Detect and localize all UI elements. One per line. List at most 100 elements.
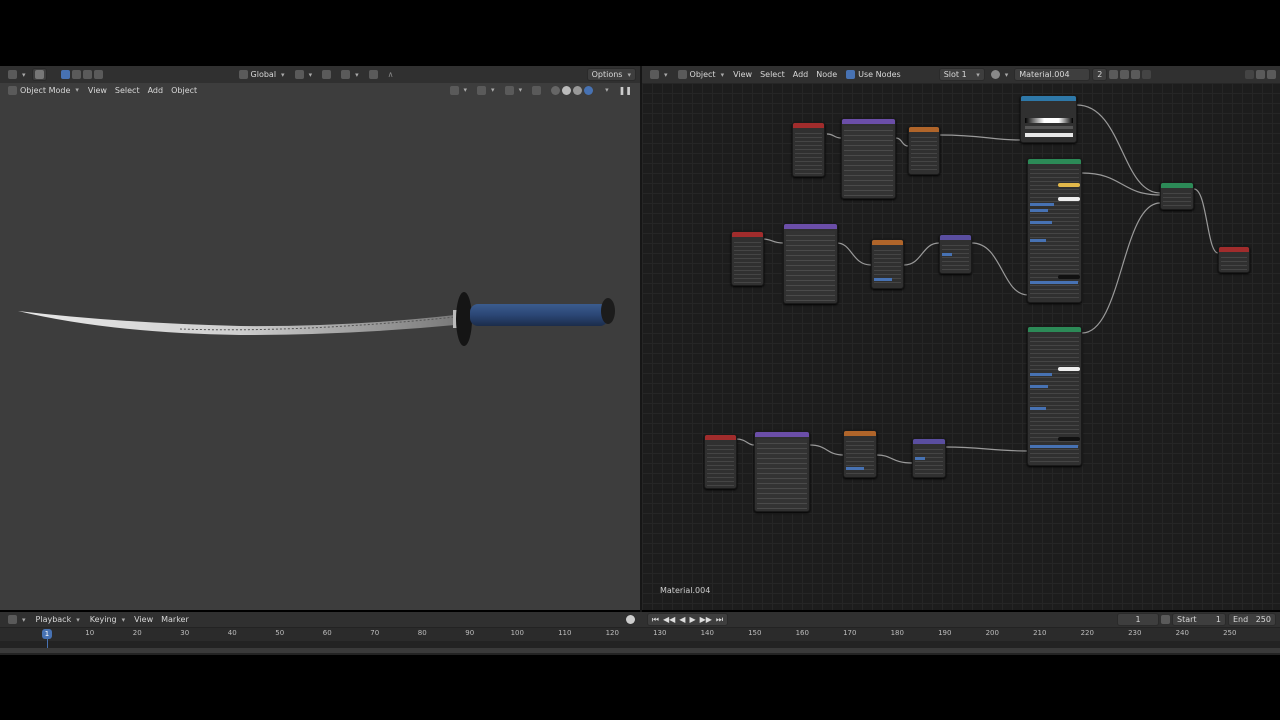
- node-mapping-1[interactable]: [841, 118, 896, 199]
- gizmo-dropdown[interactable]: [473, 84, 499, 97]
- pause-render-button[interactable]: ❚❚: [615, 84, 636, 97]
- node-menu-node[interactable]: Node: [813, 70, 840, 79]
- rendered-shading-icon[interactable]: [584, 85, 594, 95]
- pivot-dropdown[interactable]: [291, 68, 317, 81]
- jump-start-icon[interactable]: ⏮: [652, 615, 659, 625]
- node-mapping-2[interactable]: [783, 223, 838, 304]
- overlay-dropdown[interactable]: [501, 84, 527, 97]
- node-bump-1[interactable]: [939, 234, 972, 274]
- clock-preview-icon[interactable]: [1161, 615, 1170, 624]
- playhead[interactable]: 1: [42, 629, 52, 639]
- shading-options-dropdown[interactable]: [599, 84, 613, 97]
- current-frame-field[interactable]: 1: [1117, 613, 1159, 626]
- frame-ruler[interactable]: 1102030405060708090100110120130140150160…: [0, 628, 1280, 641]
- snap-node-icon[interactable]: [1256, 70, 1265, 79]
- timeline-editor-type[interactable]: [4, 613, 30, 626]
- node-principled-bsdf-2[interactable]: [1027, 326, 1082, 466]
- select-subtract-icon[interactable]: [82, 70, 92, 79]
- node-texture-coordinate-1[interactable]: [792, 122, 825, 177]
- timeline-menu-marker[interactable]: Marker: [158, 615, 192, 624]
- select-tool-button[interactable]: [31, 68, 47, 81]
- node-mapping-3[interactable]: [754, 431, 810, 512]
- subsurface-color-swatch[interactable]: [1058, 367, 1080, 371]
- specular-slider[interactable]: [1030, 209, 1048, 212]
- node-menu-add[interactable]: Add: [790, 70, 812, 79]
- falloff-dropdown[interactable]: ∧: [384, 68, 398, 81]
- fake-user-icon[interactable]: [1109, 70, 1119, 79]
- node-noise-texture-1[interactable]: [908, 126, 940, 175]
- ramp-color-swatch[interactable]: [1025, 133, 1073, 137]
- use-nodes-checkbox[interactable]: Use Nodes: [842, 68, 905, 81]
- editor-type-button[interactable]: [4, 68, 30, 81]
- menu-select[interactable]: Select: [112, 86, 143, 95]
- shader-node-editor[interactable]: Material.004: [642, 83, 1280, 610]
- node-texture-coordinate-2[interactable]: [731, 231, 764, 286]
- strength-slider[interactable]: [942, 253, 952, 256]
- material-users-count[interactable]: 2: [1092, 68, 1108, 81]
- shading-group[interactable]: [547, 84, 597, 97]
- strength-slider[interactable]: [915, 457, 925, 460]
- snap-toggle[interactable]: [318, 68, 335, 81]
- wireframe-shading-icon[interactable]: [551, 85, 561, 95]
- backdrop-icon[interactable]: [1267, 70, 1276, 79]
- xray-toggle[interactable]: [528, 84, 545, 97]
- mode-dropdown[interactable]: Object Mode: [4, 84, 83, 97]
- node-editor-type-button[interactable]: [646, 68, 672, 81]
- sheen-slider[interactable]: [1030, 239, 1046, 242]
- timeline[interactable]: Playback Keying View Marker ⏮ ◀◀ ◀ ▶ ▶▶ …: [0, 612, 1280, 655]
- select-invert-icon[interactable]: [93, 70, 103, 79]
- select-new-icon[interactable]: [60, 70, 70, 79]
- play-icon[interactable]: ▶: [689, 615, 695, 624]
- base-color-swatch[interactable]: [1058, 183, 1080, 187]
- node-mix-shader[interactable]: [1160, 182, 1194, 210]
- material-name-field[interactable]: Material.004: [1014, 68, 1091, 81]
- node-principled-bsdf-1[interactable]: [1027, 158, 1082, 303]
- proportional-toggle[interactable]: [365, 68, 382, 81]
- slot-dropdown[interactable]: Slot 1: [938, 68, 985, 81]
- new-material-icon[interactable]: [1120, 70, 1130, 79]
- solid-shading-icon[interactable]: [562, 85, 572, 95]
- end-frame-field[interactable]: End 250: [1228, 613, 1276, 626]
- record-icon[interactable]: [625, 615, 635, 624]
- jump-keyframe-forward-icon[interactable]: ▶▶: [700, 615, 712, 624]
- node-bump-2[interactable]: [912, 438, 946, 478]
- menu-view[interactable]: View: [85, 86, 110, 95]
- menu-object[interactable]: Object: [168, 86, 200, 95]
- subsurface-color-swatch[interactable]: [1058, 197, 1080, 201]
- alpha-slider[interactable]: [1030, 445, 1078, 448]
- playback-menu[interactable]: Playback: [32, 613, 84, 626]
- jump-keyframe-back-icon[interactable]: ◀◀: [663, 615, 675, 624]
- unlink-icon[interactable]: [1131, 70, 1141, 79]
- parent-node-tree-icon[interactable]: [1245, 70, 1254, 79]
- menu-add[interactable]: Add: [145, 86, 167, 95]
- 3d-viewport[interactable]: [0, 97, 640, 610]
- timeline-menu-view[interactable]: View: [131, 615, 156, 624]
- select-extend-icon[interactable]: [71, 70, 81, 79]
- node-texture-coordinate-3[interactable]: [704, 434, 737, 489]
- emission-swatch[interactable]: [1058, 437, 1080, 441]
- start-frame-field[interactable]: Start 1: [1172, 613, 1226, 626]
- material-browse-button[interactable]: [987, 68, 1013, 81]
- play-reverse-icon[interactable]: ◀: [679, 615, 685, 624]
- select-mode-group[interactable]: [57, 68, 107, 81]
- distortion-slider[interactable]: [874, 278, 892, 281]
- metallic-slider[interactable]: [1030, 373, 1052, 376]
- sheen-slider[interactable]: [1030, 407, 1046, 410]
- options-dropdown[interactable]: Options: [586, 68, 636, 81]
- emission-swatch[interactable]: [1058, 275, 1080, 279]
- metallic-slider[interactable]: [1030, 203, 1054, 206]
- playback-controls[interactable]: ⏮ ◀◀ ◀ ▶ ▶▶ ⏭: [646, 613, 729, 626]
- material-shading-icon[interactable]: [573, 85, 583, 95]
- jump-end-icon[interactable]: ⏭: [716, 615, 723, 625]
- pin-icon[interactable]: [1142, 70, 1152, 79]
- color-ramp-gradient[interactable]: [1025, 118, 1073, 123]
- node-menu-view[interactable]: View: [730, 70, 755, 79]
- timeline-scrollbar[interactable]: [0, 648, 1280, 653]
- visibility-dropdown[interactable]: [446, 84, 472, 97]
- node-material-output[interactable]: [1218, 246, 1250, 273]
- node-color-ramp[interactable]: [1020, 95, 1077, 143]
- alpha-slider[interactable]: [1030, 281, 1078, 284]
- orientation-dropdown[interactable]: Global: [235, 68, 289, 81]
- node-noise-texture-3[interactable]: [843, 430, 877, 478]
- roughness-slider[interactable]: [1030, 221, 1052, 224]
